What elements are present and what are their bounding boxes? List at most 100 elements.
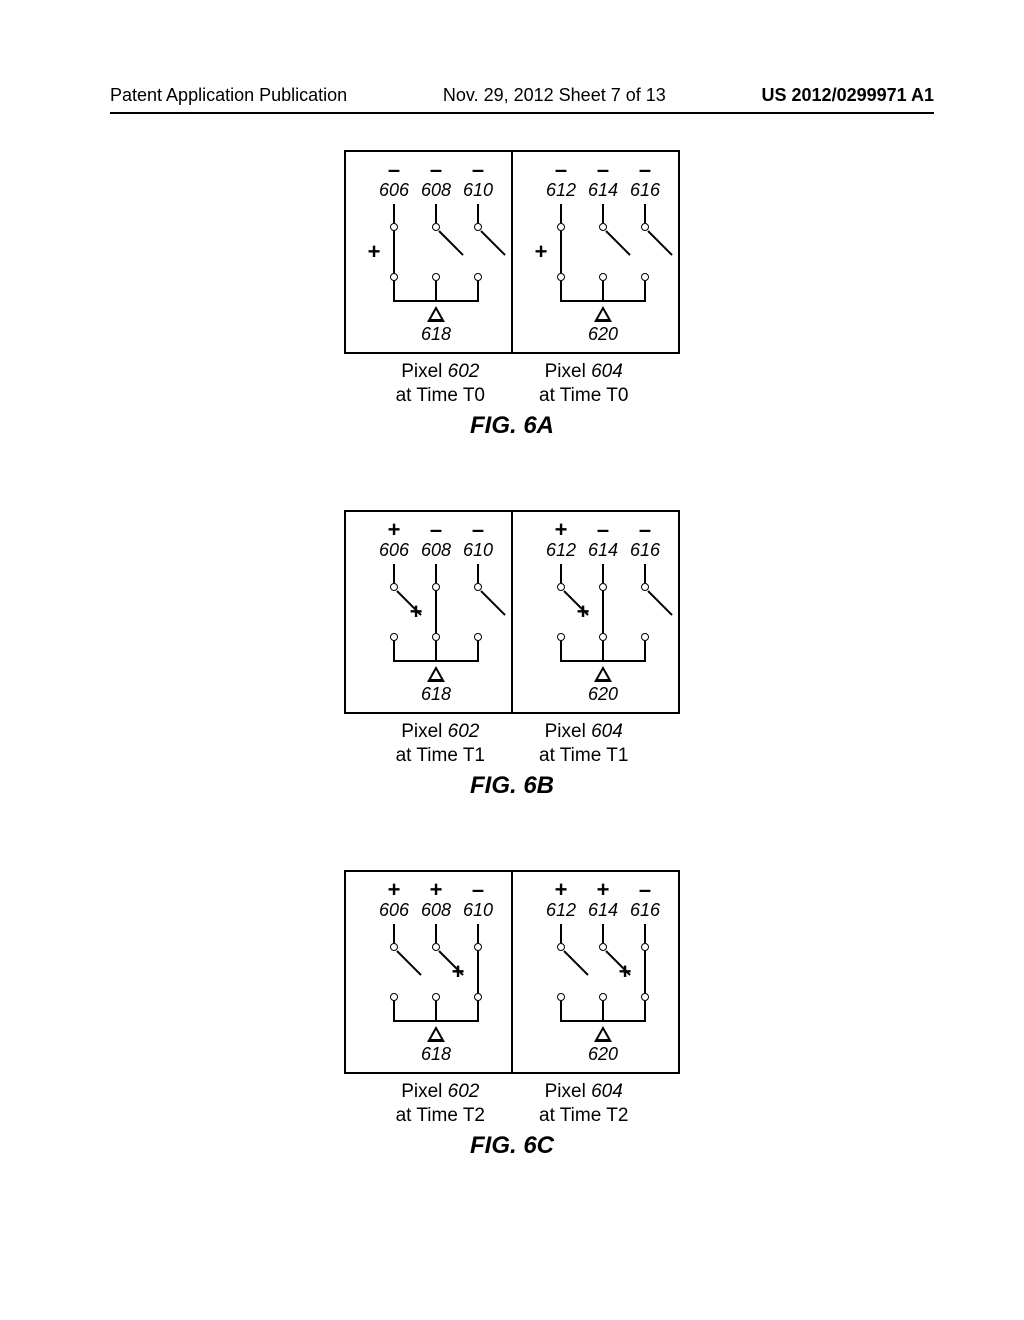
switch-terminal-top <box>390 223 398 231</box>
page-header: Patent Application Publication Nov. 29, … <box>110 85 934 106</box>
driver-icon <box>594 306 612 322</box>
switch-arm-open <box>480 590 505 615</box>
driver-icon <box>427 306 445 322</box>
switch-terminal-top <box>474 943 482 951</box>
caption-pixel-word: Pixel <box>401 721 442 742</box>
caption-time: at Time T1 <box>539 745 628 766</box>
figure-block: ++–606608610+618++–612614616+620Pixel 60… <box>0 870 1024 1160</box>
reference-label: 608 <box>421 540 451 561</box>
reference-label: 614 <box>588 180 618 201</box>
pixel-caption: Pixel 602at Time T0 <box>396 360 485 408</box>
switch-terminal-bottom <box>390 993 398 1001</box>
switch-arm-closed <box>602 591 604 633</box>
polarity-sign: – <box>430 519 442 541</box>
caption-pixel-word: Pixel <box>401 1081 442 1102</box>
switch-lead <box>602 924 604 943</box>
driver-label: 618 <box>421 324 451 345</box>
switch-terminal-bottom <box>599 633 607 641</box>
switch-arm-closed <box>477 951 479 993</box>
reference-label: 610 <box>463 900 493 921</box>
polarity-sign: – <box>639 519 651 541</box>
left-pixel-cell: ++–606608610+618 <box>346 872 511 1072</box>
switch-terminal-bottom <box>641 633 649 641</box>
switch-arm-open <box>438 230 463 255</box>
caption-pixel-num: 604 <box>591 1081 623 1102</box>
polarity-sign: + <box>388 519 401 541</box>
caption-time: at Time T0 <box>539 385 628 406</box>
reference-label: 612 <box>546 180 576 201</box>
reference-label: 612 <box>546 900 576 921</box>
switch-terminal-top <box>641 943 649 951</box>
caption-row: Pixel 602at Time T0Pixel 604at Time T0 <box>396 360 629 408</box>
switch-arm-open <box>605 230 630 255</box>
reference-label: 608 <box>421 180 451 201</box>
driver-icon <box>594 1026 612 1042</box>
reference-label: 610 <box>463 540 493 561</box>
switch-bottom-lead <box>393 1001 395 1020</box>
switch-bottom-lead <box>644 641 646 660</box>
switch-terminal-bottom <box>641 993 649 1001</box>
left-pixel-cell: +––606608610+618 <box>346 512 511 712</box>
switch-arm-open <box>563 950 588 975</box>
polarity-sign: + <box>388 879 401 901</box>
caption-time: at Time T0 <box>396 385 485 406</box>
switch-bottom-lead <box>560 641 562 660</box>
pixel-caption: Pixel 602at Time T1 <box>396 720 485 768</box>
figure-label: FIG. 6C <box>470 1132 554 1160</box>
switch-bottom-lead <box>644 1001 646 1020</box>
polarity-sign: – <box>639 879 651 901</box>
switch-bottom-lead <box>435 641 437 660</box>
switch-bottom-lead <box>393 281 395 300</box>
switch-terminal-bottom <box>599 273 607 281</box>
caption-pixel-word: Pixel <box>545 361 586 382</box>
switch-lead <box>560 924 562 943</box>
reference-label: 616 <box>630 900 660 921</box>
switch-arm-closed <box>393 231 395 273</box>
switch-terminal-bottom <box>557 633 565 641</box>
reference-label: 612 <box>546 540 576 561</box>
switch-terminal-bottom <box>390 273 398 281</box>
switch-lead <box>644 924 646 943</box>
polarity-sign: – <box>472 519 484 541</box>
switch-bottom-lead <box>393 641 395 660</box>
switch-lead <box>435 564 437 583</box>
reference-label: 606 <box>379 540 409 561</box>
circuit-pair: ++–606608610+618++–612614616+620 <box>344 870 680 1074</box>
caption-time: at Time T2 <box>396 1105 485 1126</box>
bus-bar <box>560 660 646 662</box>
switch-terminal-bottom <box>432 273 440 281</box>
caption-pixel-word: Pixel <box>545 721 586 742</box>
polarity-sign: – <box>430 159 442 181</box>
polarity-sign: + <box>555 519 568 541</box>
switch-terminal-bottom <box>641 273 649 281</box>
polarity-sign: – <box>597 159 609 181</box>
switch-arm-open <box>647 590 672 615</box>
driver-label: 620 <box>588 1044 618 1065</box>
polarity-sign: – <box>597 519 609 541</box>
polarity-sign: + <box>555 879 568 901</box>
bus-bar <box>393 300 479 302</box>
switch-terminal-bottom <box>474 633 482 641</box>
polarity-sign: – <box>388 159 400 181</box>
caption-pixel-num: 602 <box>448 361 480 382</box>
switch-lead <box>560 564 562 583</box>
switch-arm-open <box>480 230 505 255</box>
switch-lead <box>435 924 437 943</box>
caption-pixel-word: Pixel <box>545 1081 586 1102</box>
switch-bottom-lead <box>560 1001 562 1020</box>
switch-bottom-lead <box>602 1001 604 1020</box>
driver-icon <box>427 1026 445 1042</box>
caption-pixel-num: 602 <box>448 721 480 742</box>
switch-lead <box>602 204 604 223</box>
right-pixel-cell: –––612614616+620 <box>513 152 678 352</box>
left-pixel-cell: –––606608610+618 <box>346 152 511 352</box>
switch-terminal-bottom <box>474 273 482 281</box>
switch-terminal-bottom <box>557 273 565 281</box>
circuit-pair: –––606608610+618–––612614616+620 <box>344 150 680 354</box>
caption-pixel-num: 604 <box>591 361 623 382</box>
header-center: Nov. 29, 2012 Sheet 7 of 13 <box>443 85 666 106</box>
header-right: US 2012/0299971 A1 <box>762 85 934 106</box>
reference-label: 616 <box>630 180 660 201</box>
figure-block: +––606608610+618+––612614616+620Pixel 60… <box>0 510 1024 800</box>
switch-terminal-bottom <box>557 993 565 1001</box>
